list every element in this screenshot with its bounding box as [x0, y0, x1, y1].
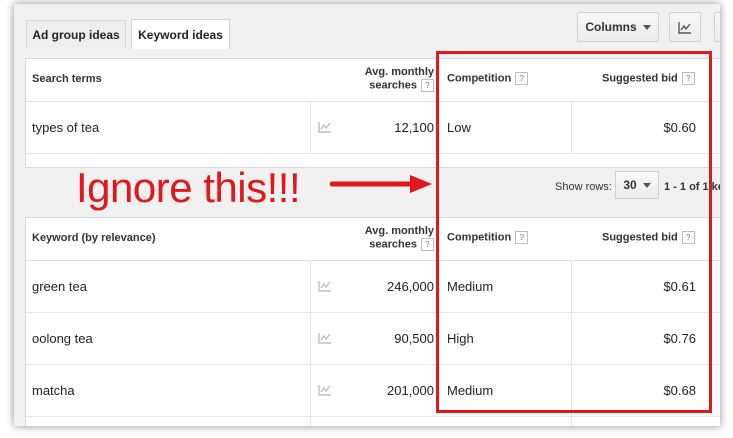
trend-chart-icon[interactable] [318, 332, 332, 344]
column-divider [310, 101, 311, 153]
keyword-cell: matcha [32, 383, 75, 398]
download-button[interactable] [714, 12, 720, 42]
header-line-2: searches [369, 79, 417, 92]
column-header-keyword[interactable]: Keyword (by relevance) [32, 232, 156, 244]
columns-button[interactable]: Columns [577, 12, 659, 42]
chart-toggle-button[interactable] [669, 12, 701, 42]
trend-chart-icon[interactable] [318, 280, 332, 292]
trend-chart-icon[interactable] [318, 384, 332, 396]
annotation-text: Ignore this!!! [76, 164, 301, 211]
column-header-avg-monthly-searches[interactable]: Avg. monthly searches? [356, 225, 434, 251]
keyword-cell: green tea [32, 279, 87, 294]
chevron-down-icon [642, 24, 651, 30]
avg-searches-cell: 246,000 [387, 279, 434, 294]
line-chart-icon [678, 21, 691, 34]
column-header-search-terms[interactable]: Search terms [32, 73, 102, 85]
columns-button-label: Columns [585, 20, 637, 34]
avg-searches-cell: 90,500 [394, 331, 434, 346]
annotation-arrow-icon [330, 175, 432, 193]
header-line-2: searches [369, 238, 417, 251]
column-divider [310, 260, 311, 426]
search-term-cell: types of tea [32, 120, 100, 135]
row-divider [26, 416, 720, 417]
tab-ad-group-ideas[interactable]: Ad group ideas [26, 20, 126, 48]
help-icon[interactable]: ? [421, 79, 434, 92]
header-line-1: Avg. monthly [364, 66, 434, 78]
avg-searches-cell: 12,100 [394, 120, 434, 135]
trend-chart-icon[interactable] [318, 121, 332, 133]
tab-keyword-ideas[interactable]: Keyword ideas [131, 19, 230, 49]
annotation-highlight-box [436, 51, 712, 413]
keyword-cell: oolong tea [32, 331, 93, 346]
column-header-avg-monthly-searches[interactable]: Avg. monthly searches? [356, 66, 434, 92]
header-line-1: Avg. monthly [364, 225, 434, 237]
help-icon[interactable]: ? [421, 238, 434, 251]
avg-searches-cell: 201,000 [387, 383, 434, 398]
keyword-planner-window: Ad group ideas Keyword ideas Columns Sea… [14, 4, 720, 426]
